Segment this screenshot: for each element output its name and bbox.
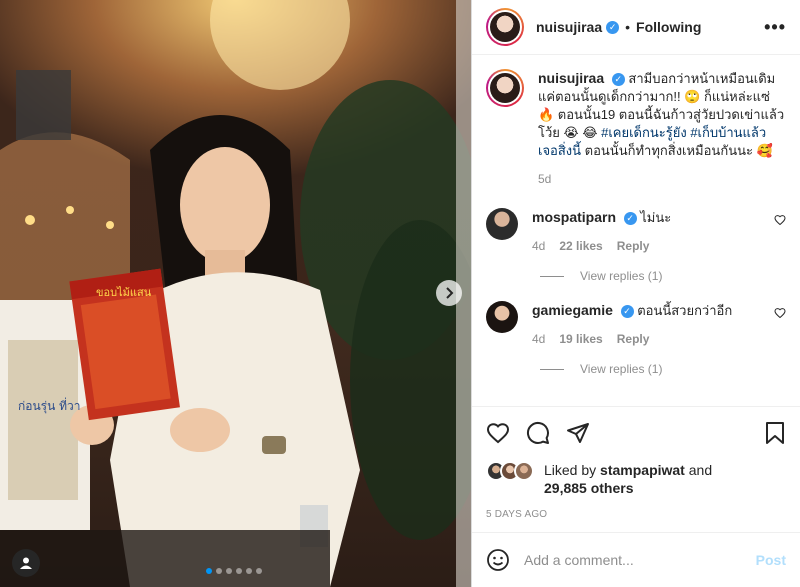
post-side-panel: nuisujiraa ✓ • Following ••• nuisujiraa … [471, 0, 800, 587]
liked-by-prefix: Liked by [544, 462, 597, 478]
carousel-dot [226, 568, 232, 574]
view-replies-label: View replies (1) [580, 269, 663, 283]
add-comment-bar: Post [472, 532, 800, 587]
post-timestamp[interactable]: 5 DAYS AGO [486, 509, 786, 520]
caption-username[interactable]: nuisujiraa [538, 70, 604, 86]
comment-text: ตอนนี้สวยกว่าอีก [637, 303, 733, 318]
more-options-button[interactable]: ••• [764, 17, 786, 38]
liked-by-conjunction: and [688, 462, 713, 478]
header-separator: • [625, 19, 631, 35]
likes-summary: Liked by stampapiwat and 29,885 others [486, 461, 786, 497]
user-tag-icon [20, 557, 32, 569]
view-replies-label: View replies (1) [580, 362, 663, 376]
post-viewer: ขอบไม้แสน ก่อนรุ่น ที่วา nuisujiraa ✓ • … [0, 0, 800, 587]
carousel-dot [256, 568, 262, 574]
commenter-username[interactable]: gamiegamie [532, 302, 613, 318]
comment-input[interactable] [524, 552, 756, 568]
following-button[interactable]: Following [636, 19, 701, 35]
comment-item: mospatiparn ✓ ไม่นะ 4d 22 likes Reply [486, 208, 786, 255]
verified-badge-icon: ✓ [606, 20, 620, 34]
chevron-right-icon [446, 287, 454, 299]
author-avatar[interactable] [486, 8, 524, 46]
commenter-avatar[interactable] [486, 208, 518, 240]
carousel-dot [206, 568, 212, 574]
comment-age: 4d [532, 332, 546, 346]
liked-by-user[interactable]: stampapiwat [600, 462, 685, 478]
user-tag-button[interactable] [12, 549, 40, 577]
view-replies-button[interactable]: View replies (1) [540, 362, 786, 376]
caption-age: 5d [538, 172, 552, 186]
carousel-dot [216, 568, 222, 574]
post-media[interactable]: ขอบไม้แสน ก่อนรุ่น ที่วา [0, 0, 471, 587]
next-photo-button[interactable] [436, 280, 462, 306]
reply-button[interactable]: Reply [617, 330, 650, 348]
carousel-dot [246, 568, 252, 574]
heart-icon[interactable] [486, 421, 510, 445]
comment-heart-icon[interactable] [774, 214, 786, 226]
likes-count[interactable]: 29,885 others [544, 480, 634, 496]
verified-badge-icon: ✓ [611, 73, 625, 87]
caption-text-end: ตอนนั้นก็ทำทุกสิ่งเหมือนกันนะ 🥰 [584, 143, 773, 158]
post-photo: ขอบไม้แสน ก่อนรุ่น ที่วา [0, 0, 471, 587]
post-header: nuisujiraa ✓ • Following ••• [472, 0, 800, 55]
comments-list[interactable]: nuisujiraa ✓ สามีบอกว่าหน้าเหมือนเดิมแค่… [472, 55, 800, 406]
comment-icon[interactable] [526, 421, 550, 445]
carousel-dot [236, 568, 242, 574]
verified-badge-icon: ✓ [623, 212, 637, 226]
liked-by-avatars[interactable] [486, 461, 534, 481]
view-replies-button[interactable]: View replies (1) [540, 269, 786, 283]
caption-avatar[interactable] [486, 69, 524, 107]
share-icon[interactable] [566, 421, 590, 445]
caption: nuisujiraa ✓ สามีบอกว่าหน้าเหมือนเดิมแค่… [486, 69, 786, 188]
hashtag-link[interactable]: #เคยเด็กนะรู้ยัง [601, 125, 687, 140]
carousel-dots [206, 568, 262, 574]
verified-badge-icon: ✓ [620, 305, 634, 319]
commenter-username[interactable]: mospatiparn [532, 209, 616, 225]
comment-text: ไม่นะ [640, 210, 672, 225]
reply-button[interactable]: Reply [617, 237, 650, 255]
commenter-avatar[interactable] [486, 301, 518, 333]
comment-item: gamiegamie ✓ ตอนนี้สวยกว่าอีก 4d 19 like… [486, 301, 786, 348]
bookmark-icon[interactable] [764, 421, 786, 445]
comment-age: 4d [532, 239, 546, 253]
book-title: ขอบไม้แสน [96, 286, 152, 299]
comment-likes[interactable]: 19 likes [559, 330, 602, 348]
sign-text: ก่อนรุ่น ที่วา [18, 397, 81, 414]
post-comment-button[interactable]: Post [756, 552, 786, 568]
comment-heart-icon[interactable] [774, 307, 786, 319]
emoji-icon[interactable] [486, 548, 510, 572]
comment-likes[interactable]: 22 likes [559, 237, 602, 255]
author-username[interactable]: nuisujiraa [536, 19, 602, 35]
